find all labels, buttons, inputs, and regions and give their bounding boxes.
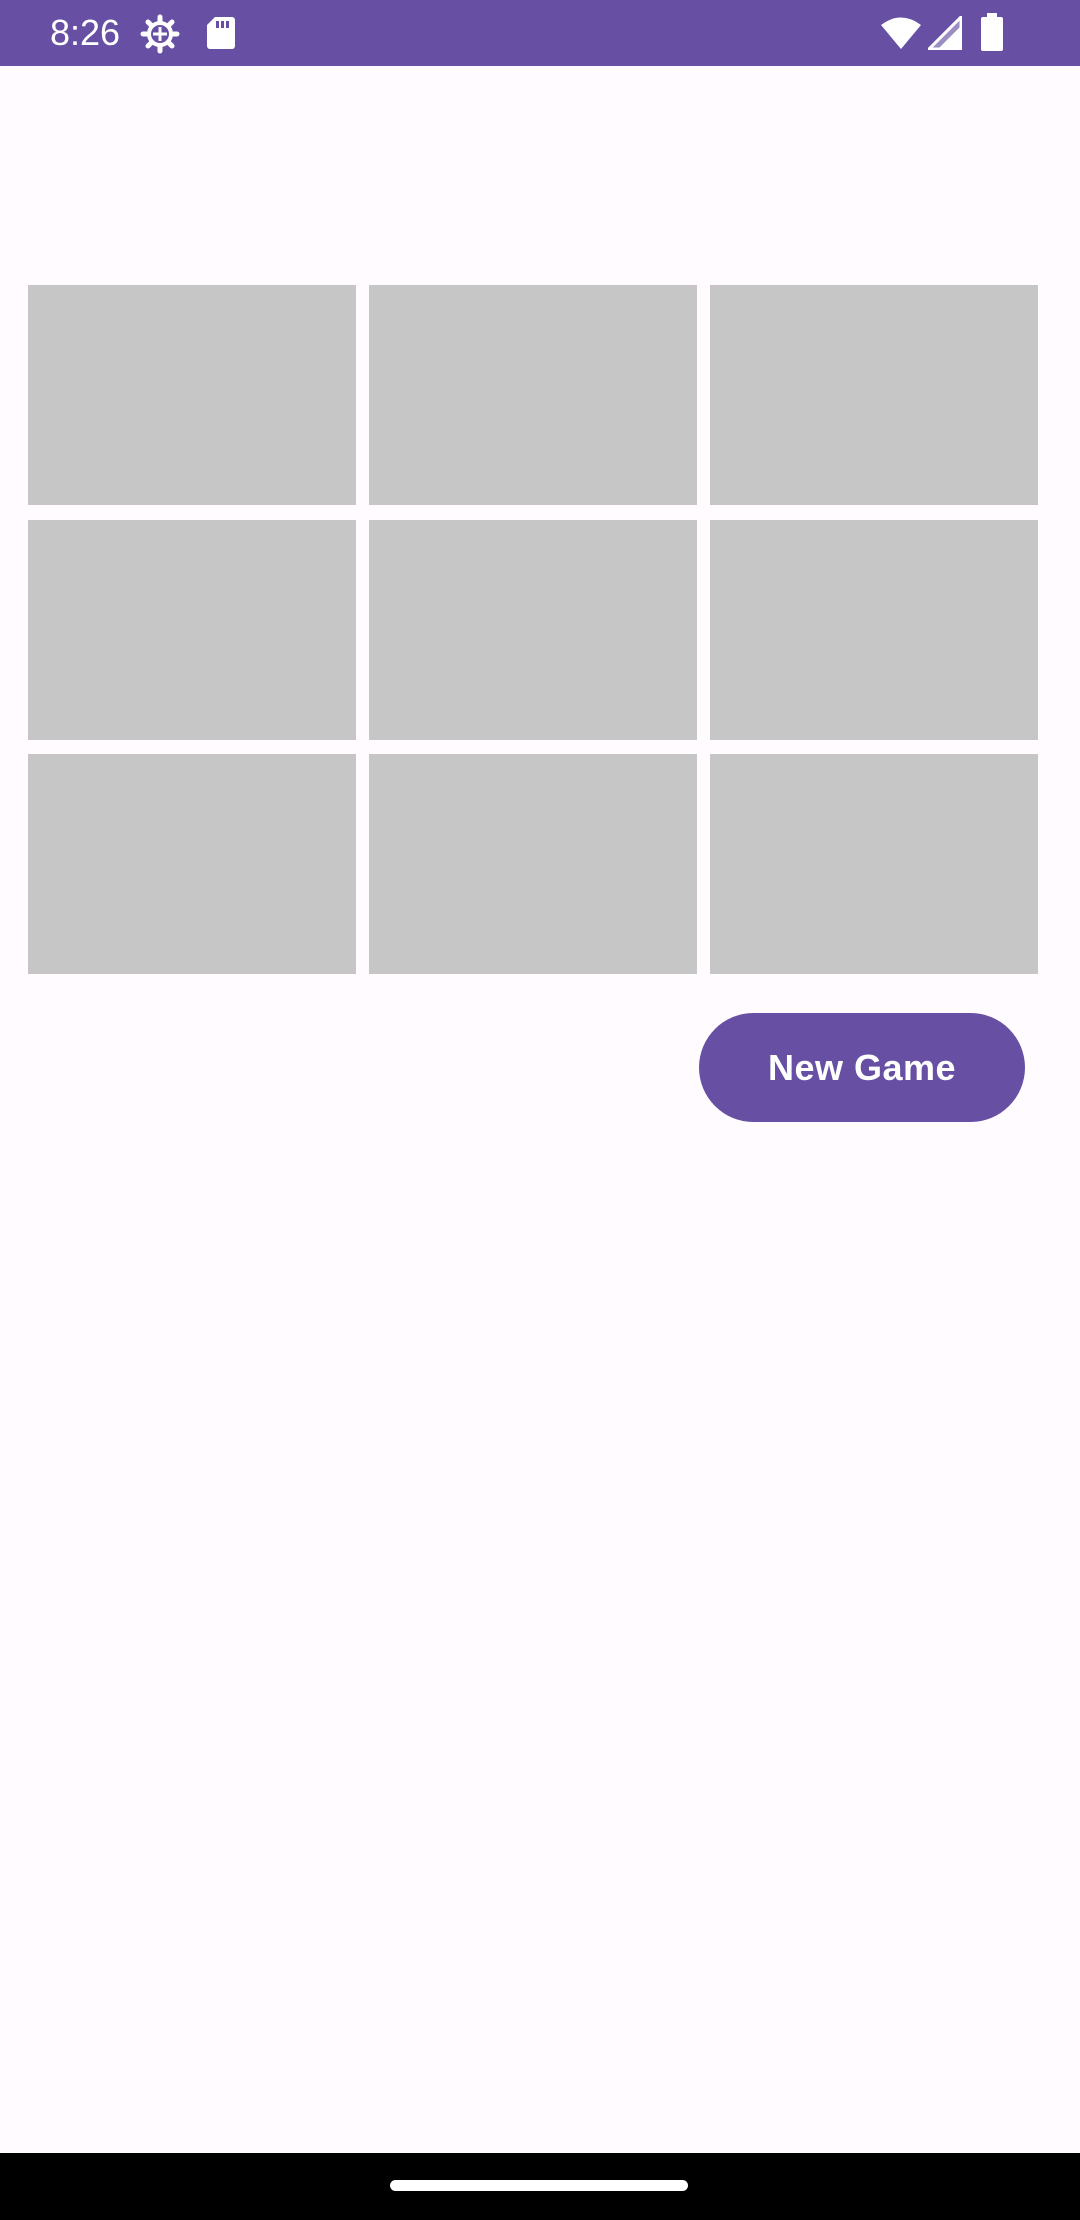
board-cell-4[interactable] <box>28 520 356 740</box>
board-cell-5[interactable] <box>369 520 697 740</box>
board-cell-9[interactable] <box>710 754 1038 974</box>
board-cell-8[interactable] <box>369 754 697 974</box>
home-gesture-handle[interactable] <box>390 2180 688 2191</box>
board-cell-3[interactable] <box>710 285 1038 505</box>
settings-icon <box>140 14 180 54</box>
status-bar: 8:26 <box>0 0 1080 66</box>
battery-icon <box>981 13 1003 51</box>
cell-signal-icon <box>928 16 962 50</box>
game-board <box>28 285 1038 974</box>
wifi-icon <box>881 17 921 49</box>
board-cell-6[interactable] <box>710 520 1038 740</box>
board-cell-7[interactable] <box>28 754 356 974</box>
status-time: 8:26 <box>50 12 121 53</box>
board-cell-2[interactable] <box>369 285 697 505</box>
sd-card-icon <box>207 17 235 49</box>
board-cell-1[interactable] <box>28 285 356 505</box>
new-game-button[interactable]: New Game <box>699 1013 1025 1122</box>
